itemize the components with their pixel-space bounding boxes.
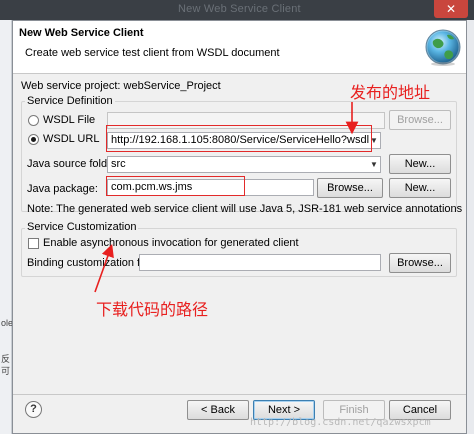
web-service-project-label: Web service project: webService_Project xyxy=(21,80,221,92)
service-customization-group-label: Service Customization xyxy=(25,221,139,233)
binding-customization-browse-button[interactable]: Browse... xyxy=(389,253,451,273)
binding-customization-label: Binding customization file: xyxy=(27,257,155,269)
footer-separator xyxy=(13,394,466,395)
web-service-globe-icon xyxy=(424,28,462,66)
help-icon[interactable]: ? xyxy=(25,401,42,418)
background-window-title: New Web Service Client xyxy=(178,3,301,15)
wsdl-url-radio[interactable] xyxy=(28,134,39,145)
window-close-button[interactable]: ✕ xyxy=(434,0,468,18)
annotation-note: Note: The generated web service client w… xyxy=(27,203,463,215)
dialog-title: New Web Service Client xyxy=(19,27,144,39)
download-path-annotation: 下载代码的路径 xyxy=(96,300,209,319)
java-source-folder-label: Java source folder: xyxy=(27,158,120,170)
java-package-new-button[interactable]: New... xyxy=(389,178,451,198)
java-package-browse-button[interactable]: Browse... xyxy=(317,178,383,198)
async-invocation-label: Enable asynchronous invocation for gener… xyxy=(43,237,299,249)
background-right-sliver xyxy=(466,20,474,434)
wsdl-file-browse-button[interactable]: Browse... xyxy=(389,110,451,130)
source-folder-dropdown-arrow-icon[interactable]: ▼ xyxy=(367,157,381,172)
wsdl-url-highlight-box xyxy=(106,125,372,152)
back-button[interactable]: < Back xyxy=(187,400,249,420)
publish-address-annotation: 发布的地址 xyxy=(350,83,431,102)
java-package-label: Java package: xyxy=(27,183,98,195)
binding-customization-input[interactable] xyxy=(139,254,381,271)
async-invocation-checkbox[interactable] xyxy=(28,238,39,249)
dialog-header: New Web Service Client Create web servic… xyxy=(13,21,466,74)
sliver-text-3: 可 xyxy=(1,366,11,376)
java-source-folder-select[interactable]: src xyxy=(107,156,381,173)
wsdl-url-label: WSDL URL xyxy=(43,133,100,145)
java-source-folder-value: src xyxy=(111,158,126,170)
wsdl-file-radio[interactable] xyxy=(28,115,39,126)
source-folder-new-button[interactable]: New... xyxy=(389,154,451,174)
background-title-bar: New Web Service Client xyxy=(0,0,474,20)
wsdl-file-label: WSDL File xyxy=(43,114,96,126)
service-definition-group-label: Service Definition xyxy=(25,95,115,107)
dialog-description: Create web service test client from WSDL… xyxy=(25,47,280,59)
java-package-highlight-box xyxy=(106,176,245,196)
close-icon: ✕ xyxy=(445,2,457,16)
blog-watermark: http://blog.csdn.net/qazwsxpcm xyxy=(250,417,431,428)
background-editor-sliver: ole 反 可 xyxy=(0,20,13,434)
